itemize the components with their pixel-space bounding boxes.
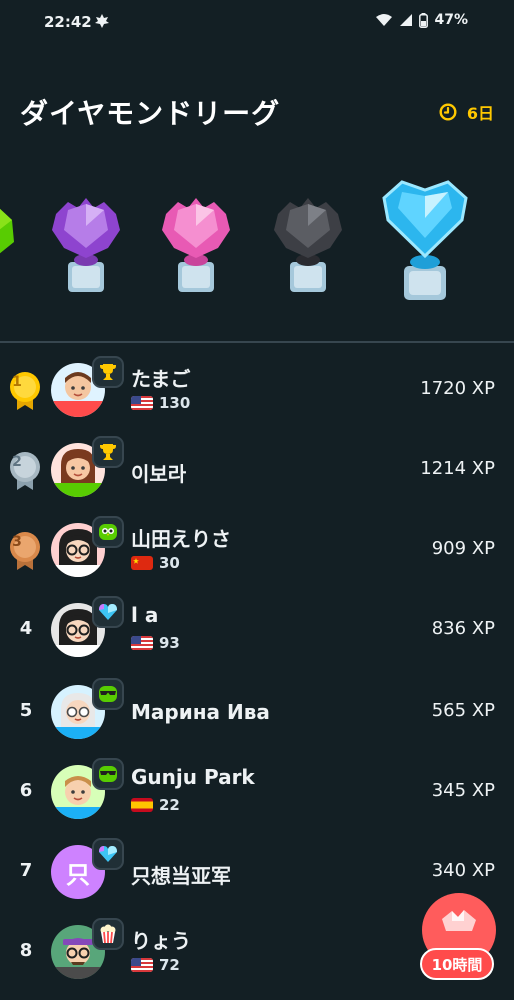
cn-flag-icon xyxy=(131,556,153,570)
xp-value: 565 XP xyxy=(431,700,495,721)
emerald-league-trophy-icon xyxy=(0,208,14,254)
rank-number: 3 xyxy=(12,534,22,550)
time-remaining[interactable]: 6日 xyxy=(439,100,494,124)
us-flag-icon xyxy=(131,958,153,972)
battery-percent: 47% xyxy=(434,12,468,28)
rank-number: 6 xyxy=(19,780,33,801)
rank-number: 5 xyxy=(19,700,33,721)
league-header: ダイヤモンドリーグ 6日 xyxy=(0,88,514,132)
user-meta: 30 xyxy=(131,554,180,572)
badge-sunglasses-owl-icon xyxy=(92,758,124,790)
league-trophy-carousel[interactable] xyxy=(0,170,514,320)
status-bar: 22:42 47% xyxy=(0,0,514,46)
es-flag-icon xyxy=(131,798,153,812)
rank-number: 2 xyxy=(12,454,22,470)
cellular-signal-icon xyxy=(400,14,413,26)
badge-diamond-heart-icon xyxy=(92,596,124,628)
leaderboard-row[interactable]: 4 l a 93 836 XP xyxy=(0,590,514,670)
xp-value: 1720 XP xyxy=(420,378,495,399)
diamond-league-trophy-icon xyxy=(382,180,468,300)
user-meta: 130 xyxy=(131,394,190,412)
badge-trophy-icon xyxy=(92,436,124,468)
user-name: たまご xyxy=(131,367,191,391)
amethyst-league-trophy-icon xyxy=(52,198,120,292)
avatar-initial: 只 xyxy=(66,860,90,889)
xp-value: 836 XP xyxy=(431,618,495,639)
xp-value: 909 XP xyxy=(431,538,495,559)
leaderboard-row[interactable]: 3 山田えりさ 30 909 XP xyxy=(0,510,514,590)
status-time: 22:42 xyxy=(44,13,92,31)
user-name: 山田えりさ xyxy=(131,527,231,551)
obsidian-league-trophy-icon xyxy=(274,198,342,292)
pearl-league-trophy-icon xyxy=(162,198,230,292)
user-name: Марина Ива xyxy=(131,700,270,724)
user-name: 只想当亚军 xyxy=(131,864,231,888)
rank-number: 4 xyxy=(19,618,33,639)
user-meta: 72 xyxy=(131,956,180,974)
user-count: 130 xyxy=(159,394,191,412)
xp-value: 340 XP xyxy=(431,860,495,881)
time-remaining-label: 6日 xyxy=(466,104,494,123)
user-count: 22 xyxy=(159,796,180,814)
notification-leaf-icon xyxy=(95,14,109,28)
user-name: りょう xyxy=(131,929,191,953)
badge-owl-icon xyxy=(92,516,124,548)
badge-diamond-heart-icon xyxy=(92,838,124,870)
user-name: l a xyxy=(131,603,159,627)
rank-number: 1 xyxy=(12,374,22,390)
leaderboard-row[interactable]: 5 Марина Ива 565 XP xyxy=(0,672,514,752)
badge-sunglasses-owl-icon xyxy=(92,678,124,710)
battery-icon xyxy=(419,12,429,28)
user-count: 30 xyxy=(159,554,180,572)
user-count: 72 xyxy=(159,956,180,974)
user-name: 이보라 xyxy=(131,462,187,486)
leaderboard-row[interactable]: 6 Gunju Park 22 345 XP xyxy=(0,752,514,832)
badge-trophy-icon xyxy=(92,356,124,388)
user-count: 93 xyxy=(159,634,180,652)
wifi-icon xyxy=(376,14,393,26)
user-name: Gunju Park xyxy=(131,765,255,789)
rank-number: 8 xyxy=(19,940,33,961)
chest-timer-label[interactable]: 10時間 xyxy=(420,948,494,980)
badge-popcorn-icon xyxy=(92,918,124,950)
xp-value: 345 XP xyxy=(431,780,495,801)
user-meta: 93 xyxy=(131,634,180,652)
clock-icon xyxy=(439,103,457,121)
leaderboard-row[interactable]: 1 たまご 130 1720 XP xyxy=(0,350,514,430)
us-flag-icon xyxy=(131,396,153,410)
divider xyxy=(0,341,514,343)
us-flag-icon xyxy=(131,636,153,650)
page-title: ダイヤモンドリーグ xyxy=(20,97,281,130)
leaderboard-row[interactable]: 2 이보라 1214 XP xyxy=(0,430,514,510)
user-meta: 22 xyxy=(131,796,180,814)
xp-value: 1214 XP xyxy=(420,458,495,479)
rank-number: 7 xyxy=(19,860,33,881)
